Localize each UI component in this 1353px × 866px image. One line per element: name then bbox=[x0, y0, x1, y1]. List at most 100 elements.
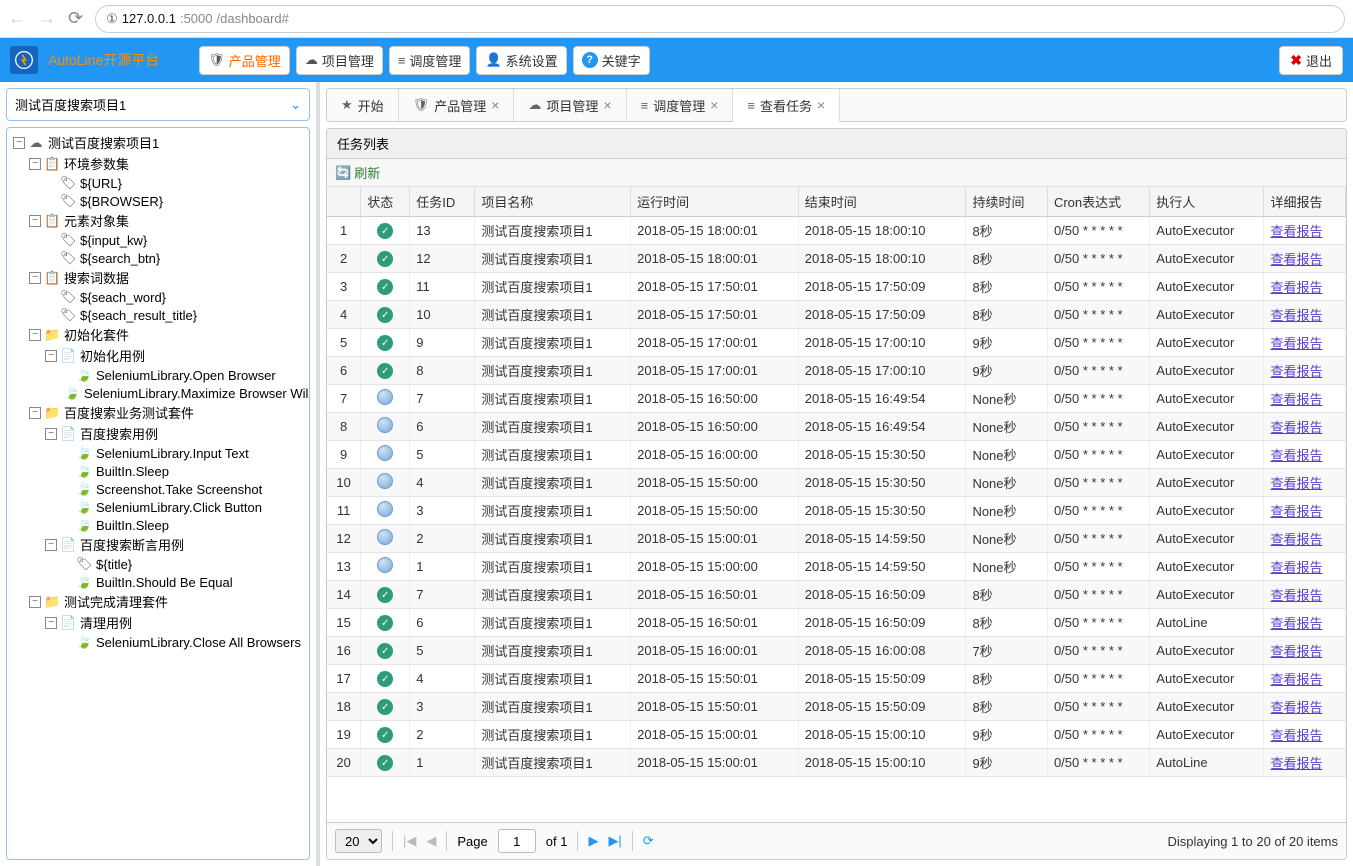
column-header[interactable]: 执行人 bbox=[1150, 187, 1264, 217]
view-report-link[interactable]: 查看报告 bbox=[1270, 700, 1322, 715]
table-row[interactable]: 18✓3测试百度搜索项目12018-05-15 15:50:012018-05-… bbox=[327, 693, 1346, 721]
table-row[interactable]: 3✓11测试百度搜索项目12018-05-15 17:50:012018-05-… bbox=[327, 273, 1346, 301]
table-row[interactable]: 20✓1测试百度搜索项目12018-05-15 15:00:012018-05-… bbox=[327, 749, 1346, 777]
top-button-1[interactable]: ☁项目管理 bbox=[296, 46, 383, 75]
page-size-select[interactable]: 20 bbox=[335, 829, 382, 853]
tree-node[interactable]: 🏷${seach_result_title} bbox=[11, 306, 305, 324]
top-button-0[interactable]: 🛡产品管理 bbox=[199, 46, 290, 75]
tree-node[interactable]: 🏷${search_btn} bbox=[11, 249, 305, 267]
tree-node[interactable]: 🍃Screenshot.Take Screenshot bbox=[11, 480, 305, 498]
tree-toggle-icon[interactable]: − bbox=[29, 158, 41, 170]
column-header[interactable]: Cron表达式 bbox=[1047, 187, 1149, 217]
last-page-icon[interactable]: ▶| bbox=[608, 833, 621, 849]
tree-node[interactable]: 🏷${seach_word} bbox=[11, 288, 305, 306]
column-header[interactable]: 任务ID bbox=[410, 187, 475, 217]
table-row[interactable]: 17✓4测试百度搜索项目12018-05-15 15:50:012018-05-… bbox=[327, 665, 1346, 693]
view-report-link[interactable]: 查看报告 bbox=[1270, 420, 1322, 435]
table-row[interactable]: 14✓7测试百度搜索项目12018-05-15 16:50:012018-05-… bbox=[327, 581, 1346, 609]
tree-node[interactable]: −📄清理用例 bbox=[11, 612, 305, 633]
table-row[interactable]: 15✓6测试百度搜索项目12018-05-15 16:50:012018-05-… bbox=[327, 609, 1346, 637]
tree-toggle-icon[interactable]: − bbox=[45, 350, 57, 362]
url-bar[interactable]: ① 127.0.0.1:5000/dashboard# bbox=[95, 5, 1345, 33]
tree-node[interactable]: −📋搜索词数据 bbox=[11, 267, 305, 288]
table-row[interactable]: 131测试百度搜索项目12018-05-15 15:00:002018-05-1… bbox=[327, 553, 1346, 581]
tree-node[interactable]: −📄百度搜索用例 bbox=[11, 423, 305, 444]
tree-toggle-icon[interactable]: − bbox=[29, 596, 41, 608]
tree-node[interactable]: 🏷${BROWSER} bbox=[11, 192, 305, 210]
table-row[interactable]: 104测试百度搜索项目12018-05-15 15:50:002018-05-1… bbox=[327, 469, 1346, 497]
tree-node[interactable]: 🍃BuiltIn.Sleep bbox=[11, 516, 305, 534]
top-button-3[interactable]: 👤系统设置 bbox=[476, 46, 566, 75]
tree-toggle-icon[interactable]: − bbox=[45, 617, 57, 629]
view-report-link[interactable]: 查看报告 bbox=[1270, 504, 1322, 519]
column-header[interactable]: 持续时间 bbox=[966, 187, 1048, 217]
table-row[interactable]: 122测试百度搜索项目12018-05-15 15:00:012018-05-1… bbox=[327, 525, 1346, 553]
table-row[interactable]: 95测试百度搜索项目12018-05-15 16:00:002018-05-15… bbox=[327, 441, 1346, 469]
table-row[interactable]: 19✓2测试百度搜索项目12018-05-15 15:00:012018-05-… bbox=[327, 721, 1346, 749]
tree-node[interactable]: −📄百度搜索断言用例 bbox=[11, 534, 305, 555]
tree-node[interactable]: 🍃SeleniumLibrary.Maximize Browser Wil bbox=[11, 384, 305, 402]
tree-node[interactable]: 🍃SeleniumLibrary.Open Browser bbox=[11, 366, 305, 384]
tree-toggle-icon[interactable]: − bbox=[45, 539, 57, 551]
tree-node[interactable]: −📋环境参数集 bbox=[11, 153, 305, 174]
view-report-link[interactable]: 查看报告 bbox=[1270, 448, 1322, 463]
tree-node[interactable]: 🏷${URL} bbox=[11, 174, 305, 192]
view-report-link[interactable]: 查看报告 bbox=[1270, 672, 1322, 687]
refresh-button[interactable]: 🔄 刷新 bbox=[335, 163, 380, 182]
column-header[interactable]: 运行时间 bbox=[631, 187, 799, 217]
view-report-link[interactable]: 查看报告 bbox=[1270, 616, 1322, 631]
next-page-icon[interactable]: ▶ bbox=[588, 833, 598, 849]
column-header[interactable] bbox=[327, 187, 361, 217]
table-row[interactable]: 1✓13测试百度搜索项目12018-05-15 18:00:012018-05-… bbox=[327, 217, 1346, 245]
tab-close-icon[interactable]: × bbox=[603, 97, 611, 113]
back-icon[interactable]: ← bbox=[8, 8, 26, 29]
view-report-link[interactable]: 查看报告 bbox=[1270, 644, 1322, 659]
view-report-link[interactable]: 查看报告 bbox=[1270, 560, 1322, 575]
tree-node[interactable]: 🍃SeleniumLibrary.Close All Browsers bbox=[11, 633, 305, 651]
tree-toggle-icon[interactable]: − bbox=[13, 137, 25, 149]
view-report-link[interactable]: 查看报告 bbox=[1270, 728, 1322, 743]
project-tree[interactable]: −☁测试百度搜索项目1−📋环境参数集🏷${URL}🏷${BROWSER}−📋元素… bbox=[6, 127, 310, 860]
view-report-link[interactable]: 查看报告 bbox=[1270, 308, 1322, 323]
tab[interactable]: 🛡产品管理× bbox=[399, 89, 515, 121]
table-row[interactable]: 113测试百度搜索项目12018-05-15 15:50:002018-05-1… bbox=[327, 497, 1346, 525]
exit-button[interactable]: ✖ 退出 bbox=[1279, 46, 1343, 75]
project-select[interactable]: 测试百度搜索项目1 ⌄ bbox=[6, 88, 310, 121]
pager-refresh-icon[interactable]: ⟳ bbox=[643, 833, 654, 849]
tree-toggle-icon[interactable]: − bbox=[45, 428, 57, 440]
view-report-link[interactable]: 查看报告 bbox=[1270, 224, 1322, 239]
tree-toggle-icon[interactable]: − bbox=[29, 407, 41, 419]
prev-page-icon[interactable]: ◀ bbox=[426, 833, 436, 849]
tree-node[interactable]: −☁测试百度搜索项目1 bbox=[11, 132, 305, 153]
column-header[interactable]: 详细报告 bbox=[1264, 187, 1346, 217]
column-header[interactable]: 结束时间 bbox=[798, 187, 966, 217]
tree-node[interactable]: −📁初始化套件 bbox=[11, 324, 305, 345]
table-row[interactable]: 4✓10测试百度搜索项目12018-05-15 17:50:012018-05-… bbox=[327, 301, 1346, 329]
top-button-4[interactable]: ?关键字 bbox=[573, 46, 650, 75]
tab[interactable]: ★开始 bbox=[327, 89, 399, 121]
tree-node[interactable]: 🍃BuiltIn.Should Be Equal bbox=[11, 573, 305, 591]
tree-node[interactable]: −📋元素对象集 bbox=[11, 210, 305, 231]
view-report-link[interactable]: 查看报告 bbox=[1270, 476, 1322, 491]
view-report-link[interactable]: 查看报告 bbox=[1270, 280, 1322, 295]
column-header[interactable]: 项目名称 bbox=[475, 187, 631, 217]
forward-icon[interactable]: → bbox=[38, 8, 56, 29]
tree-node[interactable]: −📁测试完成清理套件 bbox=[11, 591, 305, 612]
view-report-link[interactable]: 查看报告 bbox=[1270, 532, 1322, 547]
page-number-input[interactable] bbox=[498, 829, 536, 853]
tree-node[interactable]: 🏷${input_kw} bbox=[11, 231, 305, 249]
top-button-2[interactable]: ≡调度管理 bbox=[389, 46, 471, 75]
task-grid[interactable]: 状态任务ID项目名称运行时间结束时间持续时间Cron表达式执行人详细报告 1✓1… bbox=[327, 187, 1346, 822]
table-row[interactable]: 5✓9测试百度搜索项目12018-05-15 17:00:012018-05-1… bbox=[327, 329, 1346, 357]
view-report-link[interactable]: 查看报告 bbox=[1270, 252, 1322, 267]
table-row[interactable]: 2✓12测试百度搜索项目12018-05-15 18:00:012018-05-… bbox=[327, 245, 1346, 273]
column-header[interactable]: 状态 bbox=[361, 187, 410, 217]
tree-node[interactable]: 🏷${title} bbox=[11, 555, 305, 573]
tab-close-icon[interactable]: × bbox=[710, 97, 718, 113]
tree-toggle-icon[interactable]: − bbox=[29, 329, 41, 341]
table-row[interactable]: 6✓8测试百度搜索项目12018-05-15 17:00:012018-05-1… bbox=[327, 357, 1346, 385]
view-report-link[interactable]: 查看报告 bbox=[1270, 756, 1322, 771]
tab-close-icon[interactable]: × bbox=[491, 97, 499, 113]
tree-toggle-icon[interactable]: − bbox=[29, 272, 41, 284]
tab[interactable]: ≡调度管理× bbox=[627, 89, 734, 121]
